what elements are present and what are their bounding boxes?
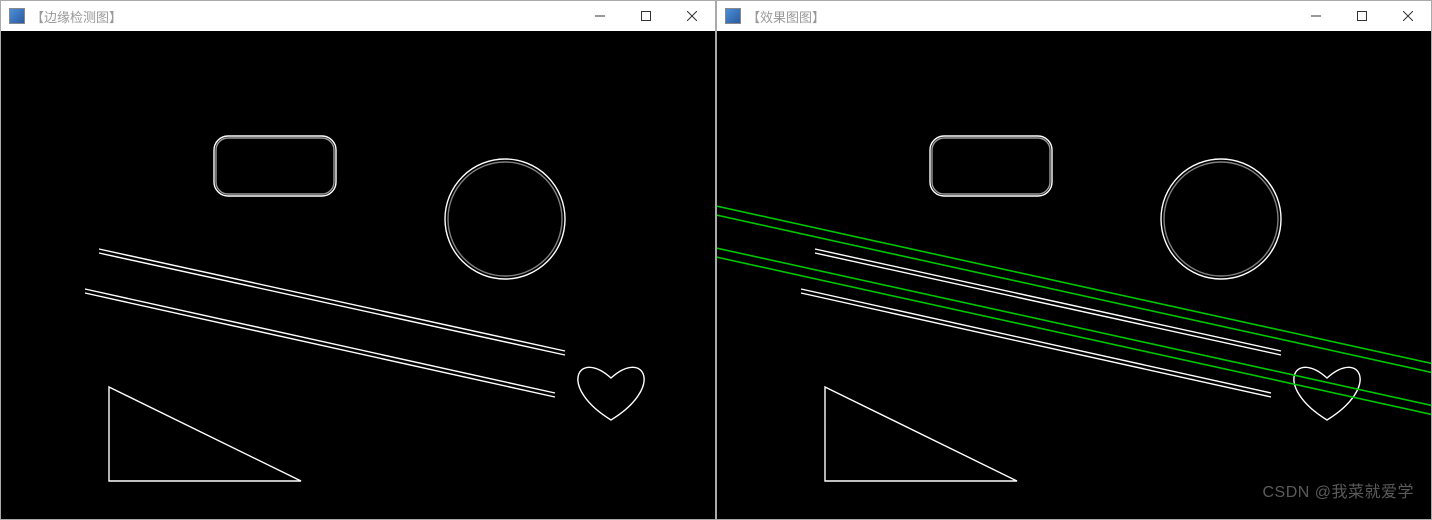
result-drawing (717, 31, 1431, 519)
close-button[interactable] (669, 1, 715, 31)
window-title-right: 【效果图图】 (747, 7, 1293, 26)
canvas-left (1, 31, 715, 519)
app-icon (725, 8, 741, 24)
window-title-left: 【边缘检测图】 (31, 7, 577, 26)
minimize-button[interactable] (1293, 1, 1339, 31)
maximize-button[interactable] (1339, 1, 1385, 31)
window-controls-right (1293, 1, 1431, 31)
close-button[interactable] (1385, 1, 1431, 31)
window-controls-left (577, 1, 715, 31)
titlebar-right[interactable]: 【效果图图】 (717, 1, 1431, 31)
app-icon (9, 8, 25, 24)
maximize-button[interactable] (623, 1, 669, 31)
titlebar-left[interactable]: 【边缘检测图】 (1, 1, 715, 31)
window-result: 【效果图图】 (716, 0, 1432, 520)
edge-detection-drawing (1, 31, 715, 519)
canvas-right (717, 31, 1431, 519)
window-edge-detection: 【边缘检测图】 (0, 0, 716, 520)
minimize-button[interactable] (577, 1, 623, 31)
